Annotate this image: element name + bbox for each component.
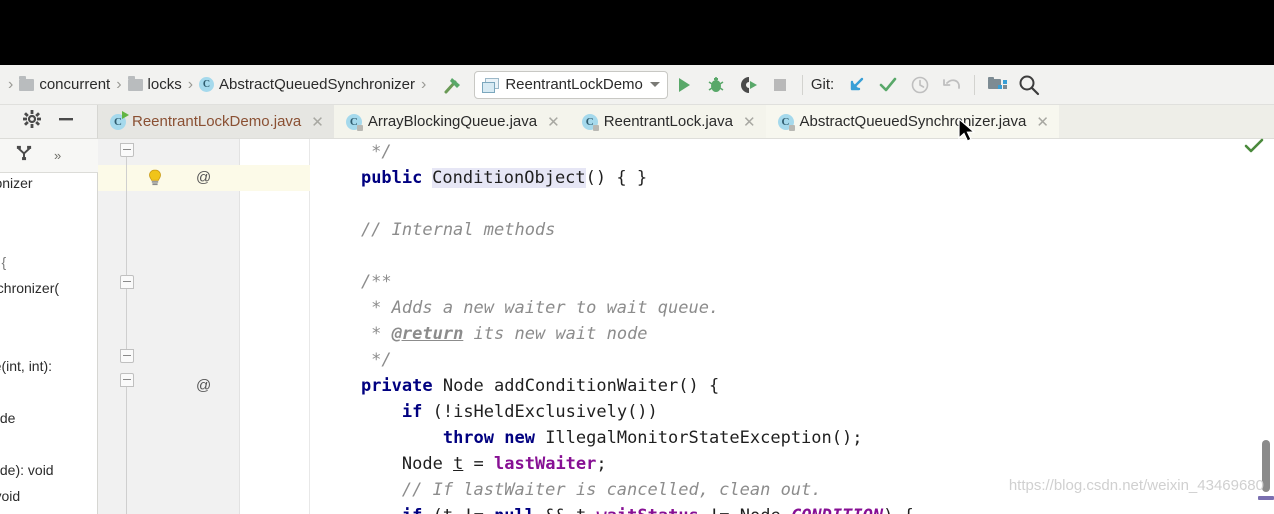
chevron-down-icon[interactable] — [649, 82, 660, 87]
code-line[interactable]: Node t = lastWaiter; — [310, 451, 607, 477]
structure-icon[interactable] — [16, 145, 32, 166]
toolbar-divider-2 — [974, 74, 976, 95]
folder-icon — [19, 75, 35, 91]
code-line[interactable]: */ — [310, 139, 391, 165]
watermark-text: https://blog.csdn.net/weixin_43469680 — [1008, 477, 1264, 494]
structure-tree[interactable]: hronizer try { ynchronizer( ate(int, int… — [0, 139, 97, 514]
line-number-gutter[interactable] — [98, 139, 240, 514]
code-line[interactable]: /** — [310, 269, 392, 295]
lightbulb-icon[interactable] — [146, 169, 164, 187]
fold-line — [126, 289, 127, 349]
gear-icon[interactable] — [22, 110, 41, 133]
editor-tab-abstractqueuedsynchronizer[interactable]: C AbstractQueuedSynchronizer.java ✕ — [765, 105, 1059, 138]
fold-gutter[interactable] — [240, 139, 310, 514]
java-class-readonly-icon: C — [777, 113, 795, 131]
java-class-readonly-icon: C — [581, 113, 599, 131]
minimize-icon[interactable] — [57, 110, 75, 133]
ide-window: › concurrent › locks › C AbstractQueuedS… — [0, 0, 1274, 514]
run-configuration-label: ReentrantLockDemo — [505, 76, 643, 93]
close-icon[interactable]: ✕ — [743, 113, 756, 131]
structure-panel-header: » — [0, 139, 98, 173]
code-line[interactable]: public ConditionObject() { } — [310, 165, 647, 191]
fold-start-marker[interactable] — [120, 373, 134, 387]
tool-window-actions — [0, 105, 98, 139]
close-icon[interactable]: ✕ — [547, 113, 560, 131]
code-line[interactable]: // If lastWaiter is cancelled, clean out… — [310, 477, 822, 503]
code-line[interactable] — [310, 243, 320, 269]
code-line[interactable] — [310, 191, 320, 217]
fold-end-marker[interactable] — [120, 349, 134, 363]
toolbar-divider — [801, 74, 803, 95]
commit-button[interactable] — [872, 68, 904, 102]
breadcrumb-separator-3: › — [420, 75, 427, 93]
run-with-coverage-button[interactable] — [732, 68, 764, 102]
editor-tab-label: ReentrantLock.java — [603, 113, 733, 130]
breadcrumb: › concurrent › locks › C AbstractQueuedS… — [0, 65, 432, 104]
project-structure-icon[interactable] — [981, 68, 1013, 102]
fold-start-marker[interactable] — [120, 275, 134, 289]
fold-line — [126, 157, 127, 275]
editor-tab-bar: C ReentrantLockDemo.java ✕ C ArrayBlocki… — [98, 105, 1274, 139]
code-line[interactable]: if (t != null && t.waitStatus != Node.CO… — [310, 503, 914, 514]
code-line[interactable]: * @return its new wait node — [310, 321, 647, 347]
run-button[interactable] — [668, 68, 700, 102]
run-config-icon — [482, 77, 500, 93]
code-text-area[interactable]: */ public ConditionObject() { } // Inter… — [310, 139, 1274, 514]
hammer-icon[interactable] — [440, 73, 466, 97]
fold-end-marker[interactable] — [120, 143, 134, 157]
editor-tab-label: ReentrantLockDemo.java — [132, 113, 302, 130]
java-class-icon: C — [110, 110, 129, 130]
breadcrumb-item-concurrent[interactable]: concurrent — [19, 75, 111, 93]
editor-caret-marker — [1258, 496, 1274, 500]
code-editor[interactable]: 1877 1878 1879 1880 1881 1882 1883 1884 … — [98, 139, 1274, 514]
list-item[interactable]: ): void — [0, 488, 20, 504]
close-icon[interactable]: ✕ — [311, 113, 324, 131]
list-item[interactable]: ynchronizer( — [0, 280, 59, 296]
git-label: Git: — [810, 76, 835, 93]
code-line[interactable]: if (!isHeldExclusively()) — [310, 399, 658, 425]
breadcrumb-separator-0: › — [8, 75, 14, 93]
inspection-status-icon[interactable] — [1244, 138, 1264, 159]
editor-tab-label: AbstractQueuedSynchronizer.java — [799, 113, 1027, 130]
breadcrumb-label: concurrent — [39, 76, 111, 93]
code-line[interactable]: private Node addConditionWaiter() { — [310, 373, 719, 399]
close-icon[interactable]: ✕ — [1036, 113, 1049, 131]
editor-tab-reentrantlock[interactable]: C ReentrantLock.java ✕ — [569, 105, 766, 138]
search-icon[interactable] — [1013, 68, 1045, 102]
annotation-marker[interactable]: @ — [196, 373, 211, 399]
history-button — [904, 68, 936, 102]
code-line[interactable]: // Internal methods — [310, 217, 555, 243]
update-project-button[interactable] — [840, 68, 872, 102]
editor-tab-reentrantlockdemo[interactable]: C ReentrantLockDemo.java ✕ — [98, 105, 334, 138]
fold-line — [126, 387, 127, 514]
rollback-button — [936, 68, 968, 102]
breadcrumb-item-locks[interactable]: locks — [127, 75, 182, 93]
java-class-readonly-icon: C — [345, 113, 363, 131]
double-chevron-right-icon[interactable]: » — [54, 148, 61, 163]
editor-marker-bar[interactable] — [1258, 139, 1274, 514]
list-item[interactable]: Node — [0, 410, 15, 426]
editor-tab-arrayblockingqueue[interactable]: C ArrayBlockingQueue.java ✕ — [333, 105, 570, 138]
list-item[interactable]: Node): void — [0, 462, 54, 478]
annotation-marker[interactable]: @ — [196, 165, 211, 191]
list-item[interactable]: hronizer — [0, 175, 33, 191]
code-line[interactable]: */ — [310, 347, 391, 373]
breadcrumb-label: locks — [147, 76, 182, 93]
breadcrumb-separator-2: › — [187, 75, 194, 93]
code-line[interactable]: throw new IllegalMonitorStateException()… — [310, 425, 863, 451]
main-toolbar: › concurrent › locks › C AbstractQueuedS… — [0, 65, 1274, 105]
debug-button[interactable] — [700, 68, 732, 102]
screen-top-black-bar — [0, 0, 1274, 65]
list-item[interactable]: ate(int, int): — [0, 358, 52, 374]
breadcrumb-item-class[interactable]: C AbstractQueuedSynchronizer — [199, 76, 415, 93]
breadcrumb-label: AbstractQueuedSynchronizer — [219, 76, 415, 93]
list-item[interactable]: try { — [0, 254, 6, 270]
code-line[interactable]: * Adds a new waiter to wait queue. — [310, 295, 719, 321]
run-configuration-selector[interactable]: ReentrantLockDemo — [474, 70, 668, 99]
class-icon: C — [199, 77, 215, 92]
folder-icon — [127, 75, 143, 91]
stop-button — [764, 68, 796, 102]
editor-tab-label: ArrayBlockingQueue.java — [367, 113, 538, 130]
breadcrumb-separator-1: › — [116, 75, 122, 93]
